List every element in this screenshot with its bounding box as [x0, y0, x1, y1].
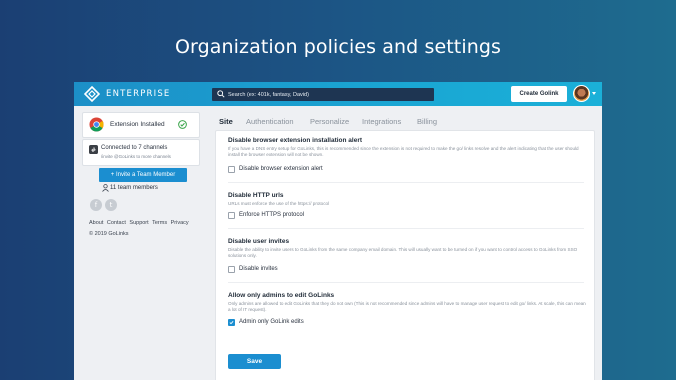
section-description: Only admins are allowed to edit GoLinks … — [228, 301, 586, 312]
team-members-count[interactable]: 11 team members — [110, 185, 158, 191]
extension-status-text: Extension Installed — [110, 121, 165, 128]
person-icon — [102, 184, 109, 192]
disable-invites-checkbox[interactable] — [228, 266, 235, 273]
tab-authentication[interactable]: Authentication — [246, 117, 294, 126]
extension-status-card: Extension Installed — [82, 112, 200, 138]
divider — [228, 228, 584, 229]
enforce-https-checkbox[interactable] — [228, 212, 235, 219]
section-title: Disable HTTP urls — [228, 192, 284, 199]
svg-text:#: # — [91, 147, 96, 154]
admin-only-edits-checkbox[interactable] — [228, 319, 235, 326]
slack-invite-hint: /invite @GoLinks to more channels — [101, 154, 171, 159]
search-icon — [217, 90, 225, 98]
divider — [228, 182, 584, 183]
disable-extension-alert-checkbox[interactable] — [228, 166, 235, 173]
section-description: URLs must enforce the use of the https:/… — [228, 201, 330, 206]
checkbox-label[interactable]: Disable invites — [239, 266, 278, 272]
hero-title: Organization policies and settings — [174, 36, 502, 58]
search-bar[interactable] — [212, 88, 434, 101]
golinks-logo-icon[interactable] — [84, 86, 100, 102]
privacy-link[interactable]: Privacy — [171, 220, 189, 226]
checkmark-icon — [229, 320, 234, 325]
support-link[interactable]: Support — [129, 220, 148, 226]
terms-link[interactable]: Terms — [152, 220, 167, 226]
invite-team-member-button[interactable]: + Invite a Team Member — [99, 168, 187, 182]
search-input[interactable] — [228, 88, 428, 101]
brand-label: ENTERPRISE — [106, 89, 171, 99]
slack-connected-text: Connected to 7 channels — [101, 145, 168, 151]
checkbox-label[interactable]: Enforce HTTPS protocol — [239, 212, 304, 218]
section-title: Disable browser extension installation a… — [228, 137, 363, 144]
section-description: If you have a DNS entry setup for GoLink… — [228, 146, 579, 157]
contact-link[interactable]: Contact — [107, 220, 126, 226]
section-title: Allow only admins to edit GoLinks — [228, 292, 335, 299]
checkbox-label[interactable]: Disable browser extension alert — [239, 166, 323, 172]
slack-status-card: # Connected to 7 channels /invite @GoLin… — [82, 139, 200, 166]
slack-icon: # — [89, 145, 98, 154]
tab-personalize[interactable]: Personalize — [310, 117, 349, 126]
app-window: ENTERPRISE Create Golink Extension Insta… — [74, 82, 602, 380]
copyright-text: © 2019 GoLinks — [89, 231, 129, 237]
check-circle-icon — [178, 120, 187, 129]
footer-links: About Contact Support Terms Privacy — [89, 220, 191, 226]
tab-billing[interactable]: Billing — [417, 117, 437, 126]
chevron-down-icon[interactable] — [592, 92, 596, 95]
tab-integrations[interactable]: Integrations — [362, 117, 401, 126]
section-title: Disable user invites — [228, 238, 290, 245]
settings-tabs: Site Authentication Personalize Integrat… — [211, 112, 597, 128]
site-settings-panel: Disable browser extension installation a… — [215, 130, 595, 380]
tab-site[interactable]: Site — [219, 117, 233, 126]
avatar[interactable] — [573, 85, 590, 102]
settings-main: Site Authentication Personalize Integrat… — [211, 112, 597, 380]
checkbox-label[interactable]: Admin only GoLink edits — [239, 319, 304, 325]
about-link[interactable]: About — [89, 220, 103, 226]
save-button[interactable]: Save — [228, 354, 281, 369]
create-golink-button[interactable]: Create Golink — [511, 86, 567, 102]
top-navigation-bar: ENTERPRISE Create Golink — [74, 82, 602, 106]
twitter-icon[interactable]: t — [105, 199, 117, 211]
section-description: Disable the ability to invite users to G… — [228, 247, 578, 258]
facebook-icon[interactable]: f — [90, 199, 102, 211]
chrome-icon — [89, 117, 104, 132]
divider — [228, 282, 584, 283]
